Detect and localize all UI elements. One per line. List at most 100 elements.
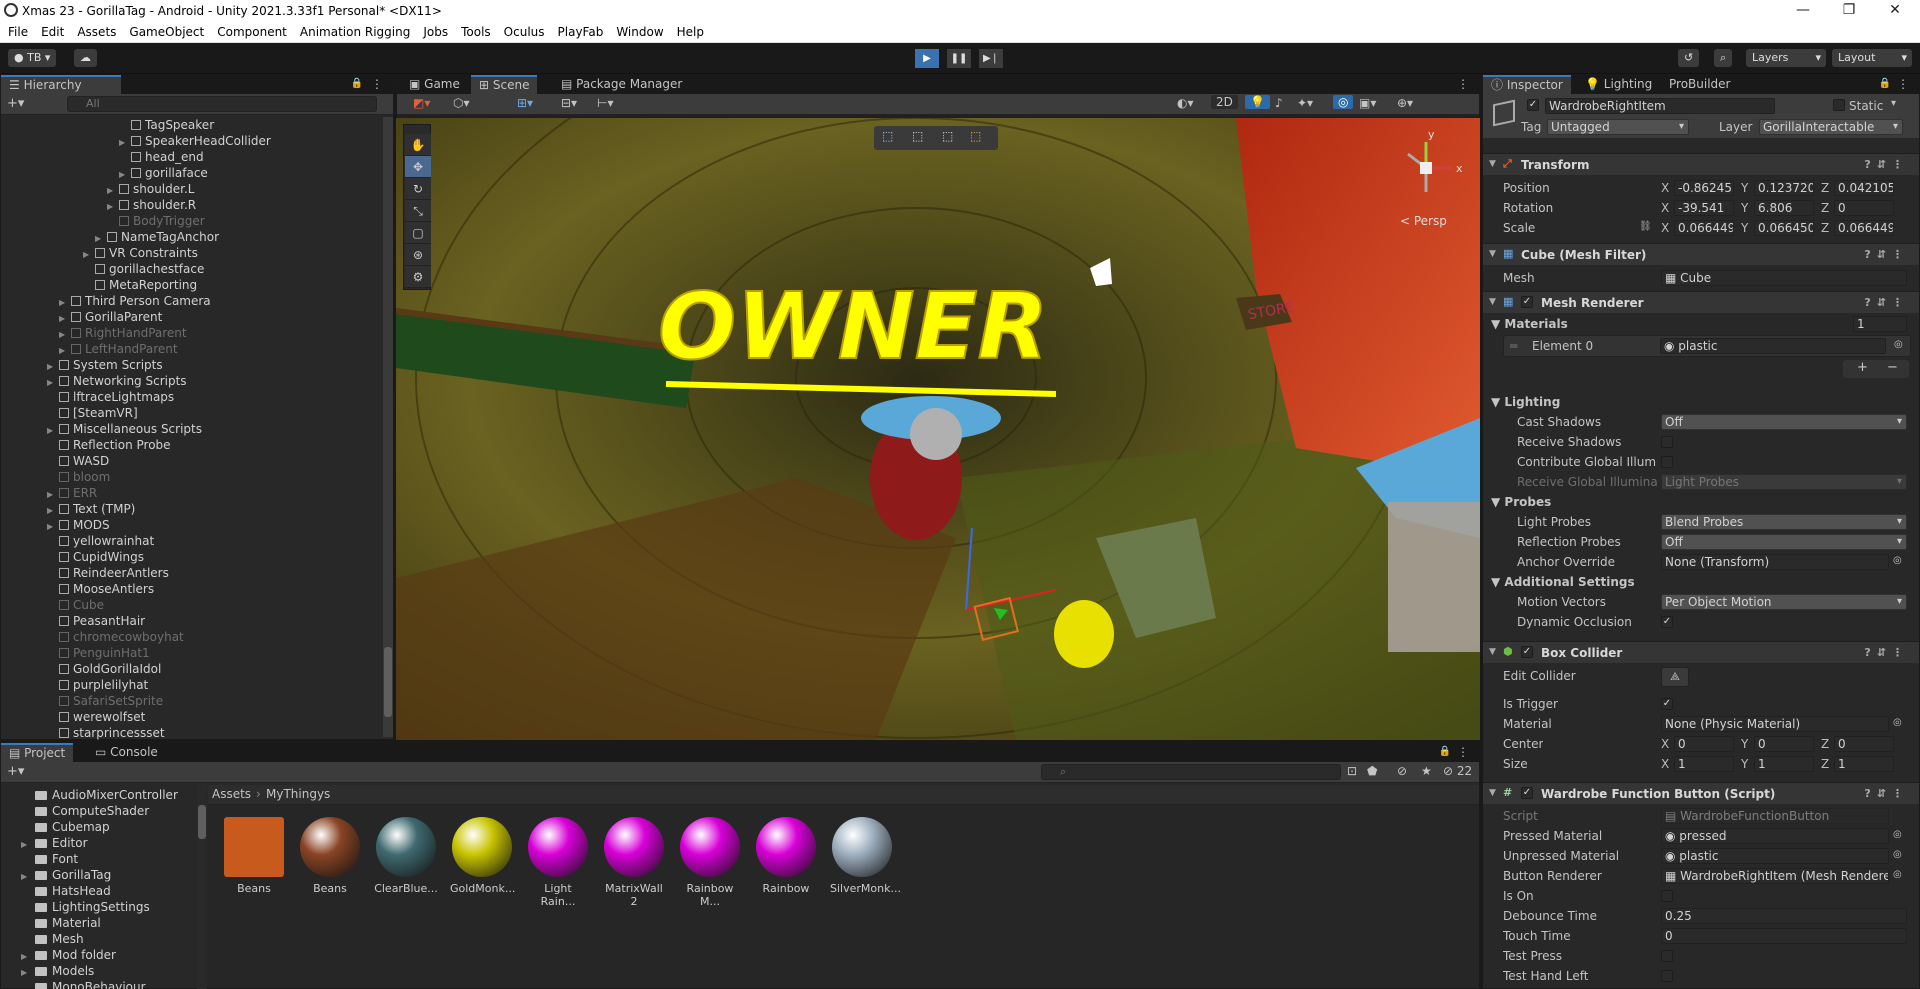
touch-time-field[interactable]: 0: [1661, 928, 1907, 944]
hierarchy-item[interactable]: ▶ gorillaface: [119, 165, 208, 181]
orientation-gizmo[interactable]: y x: [1386, 126, 1466, 216]
folder-item[interactable]: Font: [21, 851, 78, 867]
hierarchy-item[interactable]: WASD: [47, 453, 109, 469]
hierarchy-item[interactable]: purplelilyhat: [47, 677, 148, 693]
menu-file[interactable]: File: [8, 25, 28, 39]
link-icon[interactable]: ⛓: [1639, 221, 1652, 232]
materials-label[interactable]: ▼ Materials: [1491, 317, 1568, 331]
hierarchy-item[interactable]: PeasantHair: [47, 613, 145, 629]
folder-item[interactable]: Material: [21, 915, 101, 931]
is-trigger-checkbox[interactable]: ✓: [1661, 698, 1673, 710]
grid-icon[interactable]: ⊟▾: [561, 96, 577, 110]
edit-collider-button[interactable]: ⟁: [1661, 667, 1689, 687]
edge-mode-icon[interactable]: ⬚: [942, 129, 953, 143]
additional-settings-foldout[interactable]: ▼ Additional Settings: [1491, 575, 1635, 589]
hierarchy-item[interactable]: ▶ VR Constraints: [83, 245, 198, 261]
filter-label-icon[interactable]: ⬟: [1367, 764, 1377, 778]
object-mode-icon[interactable]: ⬚: [882, 129, 893, 143]
box-collider-header[interactable]: ▼ ⬢ ✓ Box Collider ?⇵⋮: [1483, 641, 1919, 663]
hierarchy-item[interactable]: ▶ RightHandParent: [59, 325, 187, 341]
debounce-field[interactable]: 0.25: [1661, 908, 1907, 924]
asset-item[interactable]: ClearBlue...: [374, 817, 438, 895]
layers-dropdown[interactable]: Layers ▾: [1746, 49, 1826, 67]
maximize-icon[interactable]: ❐: [1826, 0, 1872, 22]
anchor-override-field[interactable]: None (Transform): [1661, 554, 1889, 570]
more-icon[interactable]: ⋮: [371, 77, 383, 91]
probes-section-row[interactable]: ▼ Probes: [1483, 493, 1919, 511]
folder-item[interactable]: Mesh: [21, 931, 84, 947]
add-icon[interactable]: +▾: [7, 96, 24, 111]
audio-icon[interactable]: ♪: [1275, 96, 1283, 110]
folder-item[interactable]: MonoBehaviour: [21, 979, 146, 989]
chevron-down-icon[interactable]: ▾: [1891, 98, 1896, 109]
asset-item[interactable]: Light Rain...: [526, 817, 590, 908]
lock-icon[interactable]: 🔒: [1879, 78, 1891, 89]
hand-tool-icon[interactable]: ✋: [405, 134, 431, 156]
menu-playfab[interactable]: PlayFab: [558, 25, 604, 39]
add-element-button[interactable]: +: [1857, 360, 1868, 375]
gizmos-icon[interactable]: ⊕▾: [1397, 96, 1413, 110]
hierarchy-item[interactable]: [SteamVR]: [47, 405, 138, 421]
object-name-field[interactable]: WardrobeRightItem: [1545, 98, 1775, 114]
motion-vectors-dropdown[interactable]: Per Object Motion: [1661, 594, 1907, 610]
grid-snap-icon[interactable]: ⊞▾: [517, 96, 533, 110]
hierarchy-scrollbar[interactable]: [383, 117, 393, 737]
shading-icon[interactable]: ⬡▾: [453, 96, 470, 110]
step-button[interactable]: ▶❘: [979, 49, 1003, 68]
menu-animation-rigging[interactable]: Animation Rigging: [300, 25, 410, 39]
rotation-z-field[interactable]: 0: [1834, 200, 1894, 216]
size-z-field[interactable]: 1: [1834, 756, 1894, 772]
menu-assets[interactable]: Assets: [77, 25, 116, 39]
rotation-y-field[interactable]: 6.806: [1754, 200, 1814, 216]
hierarchy-item[interactable]: MooseAntlers: [47, 581, 154, 597]
object-picker-icon[interactable]: ◎: [1893, 869, 1902, 880]
lock-icon[interactable]: 🔒: [351, 78, 363, 89]
cloud-icon[interactable]: ☁: [74, 49, 97, 67]
lock-icon[interactable]: 🔒: [1439, 746, 1451, 757]
custom-tool-icon[interactable]: ⚙: [405, 266, 431, 288]
hidden-packages-icon[interactable]: ⊘ 22: [1443, 764, 1472, 778]
lighting-section-row[interactable]: ▼ Lighting: [1483, 393, 1919, 411]
hierarchy-item[interactable]: ▶ GorillaParent: [59, 309, 162, 325]
component-tools-icons[interactable]: ?⇵⋮: [1864, 248, 1909, 261]
element0-field[interactable]: ◉ plastic: [1660, 338, 1886, 354]
contribute-gi-checkbox[interactable]: [1661, 456, 1673, 468]
tab-project[interactable]: ▤ Project: [1, 743, 74, 762]
asset-item[interactable]: Rainbow M...: [678, 817, 742, 908]
scale-z-field[interactable]: 0.066449: [1834, 220, 1894, 236]
scrollbar-thumb[interactable]: [384, 647, 392, 717]
hierarchy-item[interactable]: ▶ shoulder.L: [107, 181, 194, 197]
center-x-field[interactable]: 0: [1674, 736, 1734, 752]
hierarchy-item[interactable]: bloom: [47, 469, 110, 485]
asset-item[interactable]: Beans: [222, 817, 286, 895]
pause-button[interactable]: ❚❚: [947, 49, 971, 68]
hierarchy-item[interactable]: yellowrainhat: [47, 533, 154, 549]
hierarchy-item[interactable]: lftraceLightmaps: [47, 389, 174, 405]
hierarchy-item[interactable]: werewolfset: [47, 709, 145, 725]
sphere-icon[interactable]: ◐▾: [1177, 96, 1194, 110]
tab-inspector[interactable]: ⓘ Inspector: [1483, 75, 1571, 94]
breadcrumb-assets[interactable]: Assets: [212, 787, 251, 801]
hierarchy-item[interactable]: ▶ LeftHandParent: [59, 341, 178, 357]
hierarchy-item[interactable]: ▶ MODS: [47, 517, 110, 533]
enabled-checkbox[interactable]: ✓: [1521, 646, 1533, 658]
folder-item[interactable]: HatsHead: [21, 883, 111, 899]
minimize-icon[interactable]: —: [1780, 0, 1826, 22]
pressed-material-field[interactable]: ◉ pressed: [1661, 828, 1889, 844]
transform-tool-icon[interactable]: ⊛: [405, 244, 431, 266]
history-icon[interactable]: ↺: [1678, 49, 1700, 67]
ruler-icon[interactable]: ⊢▾: [597, 96, 613, 110]
mesh-filter-header[interactable]: ▼ ▦ Cube (Mesh Filter) ?⇵⋮: [1483, 243, 1919, 265]
hierarchy-item[interactable]: ReindeerAntlers: [47, 565, 169, 581]
foldout-arrow-icon[interactable]: ▼: [1489, 249, 1496, 259]
hierarchy-search-input[interactable]: All: [67, 96, 377, 112]
close-icon[interactable]: ✕: [1872, 0, 1918, 22]
vertex-mode-icon[interactable]: ⬚: [912, 129, 923, 143]
tab-game[interactable]: ▣ Game: [401, 75, 468, 94]
hierarchy-item[interactable]: head_end: [119, 149, 204, 165]
tab-probuilder[interactable]: ProBuilder: [1661, 75, 1738, 94]
hidden-objects-icon[interactable]: ◎: [1333, 95, 1354, 109]
is-on-checkbox[interactable]: [1661, 890, 1673, 902]
folder-item[interactable]: ▶ Mod folder: [21, 947, 116, 963]
receive-shadows-checkbox[interactable]: [1661, 436, 1673, 448]
